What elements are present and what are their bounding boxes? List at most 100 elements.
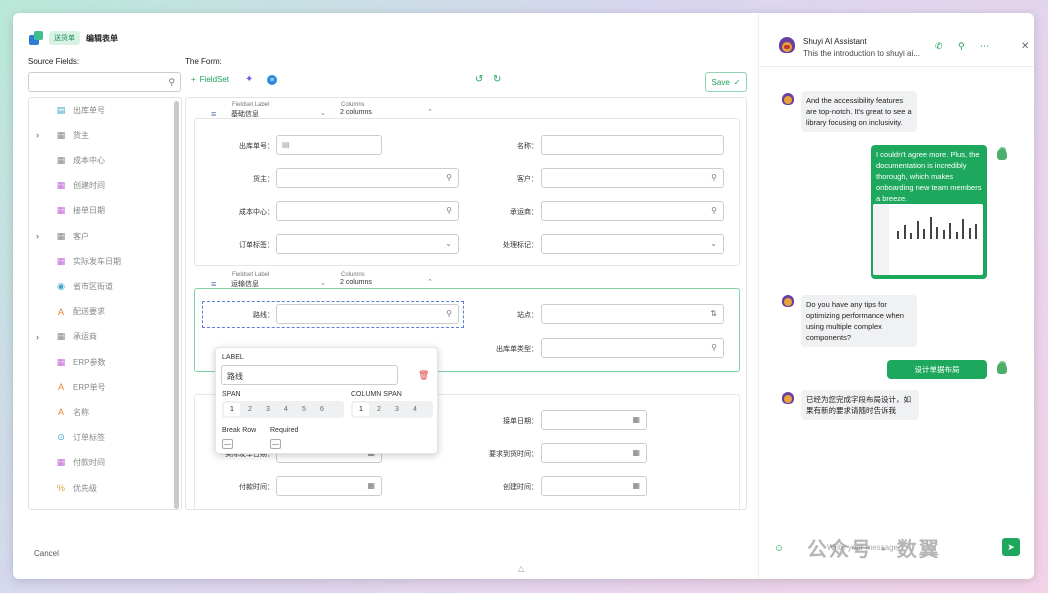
chevron-up-icon[interactable]: ⌃: [427, 108, 433, 116]
source-field-label: 创建时间: [73, 181, 105, 191]
more-icon[interactable]: ⋯: [980, 41, 989, 52]
segment-option[interactable]: 1: [353, 403, 369, 416]
source-search-input[interactable]: ⚲: [28, 72, 181, 92]
form-field-input[interactable]: ▦: [276, 476, 382, 496]
form-field-label: 创建时间：: [503, 484, 538, 491]
emoji-icon[interactable]: ☺: [774, 543, 784, 554]
trash-icon[interactable]: 🗑: [418, 370, 429, 381]
required-checkbox[interactable]: —: [270, 439, 281, 449]
add-fieldset-button[interactable]: + FieldSet: [191, 75, 229, 84]
drag-handle-icon[interactable]: ≡: [211, 109, 216, 119]
segment-option[interactable]: 3: [389, 403, 405, 416]
form-field-input[interactable]: ⌄: [276, 234, 459, 254]
field-label-input[interactable]: 路线: [221, 365, 398, 385]
fieldset-name[interactable]: 运输信息: [231, 279, 259, 289]
form-field-input[interactable]: ▦: [541, 410, 647, 430]
form-label: The Form:: [185, 57, 222, 66]
segment-option[interactable]: 2: [371, 403, 387, 416]
source-field-label: 接单日期: [73, 206, 105, 216]
source-field-item[interactable]: › ▦ 承运商: [29, 330, 174, 344]
source-field-item[interactable]: ▦ 接单日期: [29, 204, 174, 218]
form-field-input[interactable]: ▤: [276, 135, 382, 155]
chevron-up-icon[interactable]: △: [518, 564, 524, 573]
redo-icon[interactable]: ↻: [493, 74, 501, 85]
attached-screenshot-image[interactable]: [873, 204, 983, 275]
phone-icon[interactable]: ✆: [935, 41, 943, 52]
form-field-input[interactable]: ▦: [541, 476, 647, 496]
span-caption: SPAN: [222, 391, 241, 398]
form-field-input[interactable]: ⚲: [276, 201, 459, 221]
source-list-scrollbar[interactable]: [174, 101, 179, 509]
source-field-item[interactable]: ◉ 省市区街道: [29, 279, 174, 293]
cancel-button[interactable]: Cancel: [34, 549, 59, 558]
user-avatar: [997, 361, 1009, 375]
source-field-item[interactable]: A 名称: [29, 405, 174, 419]
form-field-label: 出库单号：: [239, 143, 274, 150]
form-field-input[interactable]: ⚲: [541, 201, 724, 221]
ai-sparkle-icon[interactable]: ✦: [245, 74, 253, 85]
close-icon[interactable]: ✕: [1021, 41, 1029, 52]
fieldset-name[interactable]: 基础信息: [231, 109, 259, 119]
source-field-item[interactable]: ▦ 实际发车日期: [29, 254, 174, 268]
source-field-list[interactable]: ▤ 出库单号 › ▦ 货主 ▦ 成本中心 ▦ 创建时间 ▦ 接单日期 › ▦ 客户 ▦ 实际发车日期 ◉ 省市区街…: [28, 97, 182, 510]
source-field-item[interactable]: ▤ 出库单号: [29, 103, 174, 117]
source-field-item[interactable]: ⊙ 订单标签: [29, 431, 174, 445]
source-field-item[interactable]: ▦ ERP参数: [29, 355, 174, 369]
source-field-item[interactable]: A 配送要求: [29, 305, 174, 319]
chevron-right-icon[interactable]: ›: [36, 130, 39, 140]
source-field-item[interactable]: A ERP单号: [29, 380, 174, 394]
field-settings-popover: LABEL 路线 🗑 SPAN 123456 COLUMN SPAN 1234 …: [215, 347, 438, 454]
database-icon[interactable]: ≡: [267, 75, 277, 85]
break-row-checkbox[interactable]: —: [222, 439, 233, 449]
chat-message: Do you have any tips for optimizing perf…: [801, 295, 917, 347]
source-field-item[interactable]: › ▦ 客户: [29, 229, 174, 243]
column-span-caption: COLUMN SPAN: [351, 391, 402, 398]
segment-option[interactable]: 3: [260, 403, 276, 416]
check-icon: ✓: [733, 77, 741, 87]
source-field-item[interactable]: % 优先级: [29, 481, 174, 495]
source-field-item[interactable]: ▦ 付款时间: [29, 456, 174, 470]
segment-option[interactable]: 4: [278, 403, 294, 416]
chevron-down-icon[interactable]: ⌄: [320, 109, 326, 117]
source-field-item[interactable]: ▦ 成本中心: [29, 153, 174, 167]
form-field-input[interactable]: ⚲: [541, 338, 724, 358]
chevron-right-icon[interactable]: ›: [36, 231, 39, 241]
form-field-input[interactable]: [541, 135, 724, 155]
form-field-input[interactable]: ⌄: [541, 234, 724, 254]
chevron-up-icon[interactable]: ⌃: [427, 278, 433, 286]
drag-handle-icon[interactable]: ≡: [211, 279, 216, 289]
dropdown-icon: ⊙: [56, 508, 66, 509]
bot-avatar: [781, 295, 795, 309]
segment-option[interactable]: 6: [314, 403, 330, 416]
segment-option[interactable]: 4: [407, 403, 423, 416]
bot-avatar: [781, 93, 795, 107]
source-field-item[interactable]: ▦ 创建时间: [29, 179, 174, 193]
source-field-item[interactable]: › ▦ 货主: [29, 128, 174, 142]
search-icon: ⚲: [711, 173, 717, 182]
form-toolbar: + FieldSet ✦ ≡ ↺ ↻ Save ✓: [185, 72, 747, 92]
source-field-label: 配送要求: [73, 307, 105, 317]
columns-select[interactable]: 2 columns: [340, 279, 372, 286]
send-button[interactable]: ➤: [1002, 538, 1020, 556]
id-card-icon: ▤: [56, 104, 66, 115]
segment-option[interactable]: 2: [242, 403, 258, 416]
form-field-input[interactable]: ⇅: [541, 304, 724, 324]
column-span-segmented-control[interactable]: 1234: [351, 401, 433, 418]
columns-select[interactable]: 2 columns: [340, 109, 372, 116]
span-segmented-control[interactable]: 123456: [222, 401, 344, 418]
chevron-down-icon[interactable]: ⌄: [320, 279, 326, 287]
source-field-item[interactable]: ⊙ 处理标记: [29, 506, 174, 509]
percent-icon: %: [56, 483, 65, 493]
form-field-input[interactable]: ⚲: [276, 168, 459, 188]
chevron-right-icon[interactable]: ›: [36, 332, 39, 342]
form-field-input[interactable]: ⚲: [541, 168, 724, 188]
search-icon[interactable]: ⚲: [958, 41, 965, 52]
save-button[interactable]: Save ✓: [705, 72, 747, 92]
segment-option[interactable]: 5: [296, 403, 312, 416]
doc-type-tag: 送货单: [49, 31, 80, 45]
plus-icon: +: [191, 75, 196, 84]
break-row-caption: Break Row: [222, 427, 257, 434]
form-field-input[interactable]: ▦: [541, 443, 647, 463]
undo-icon[interactable]: ↺: [475, 74, 483, 85]
segment-option[interactable]: 1: [224, 403, 240, 416]
